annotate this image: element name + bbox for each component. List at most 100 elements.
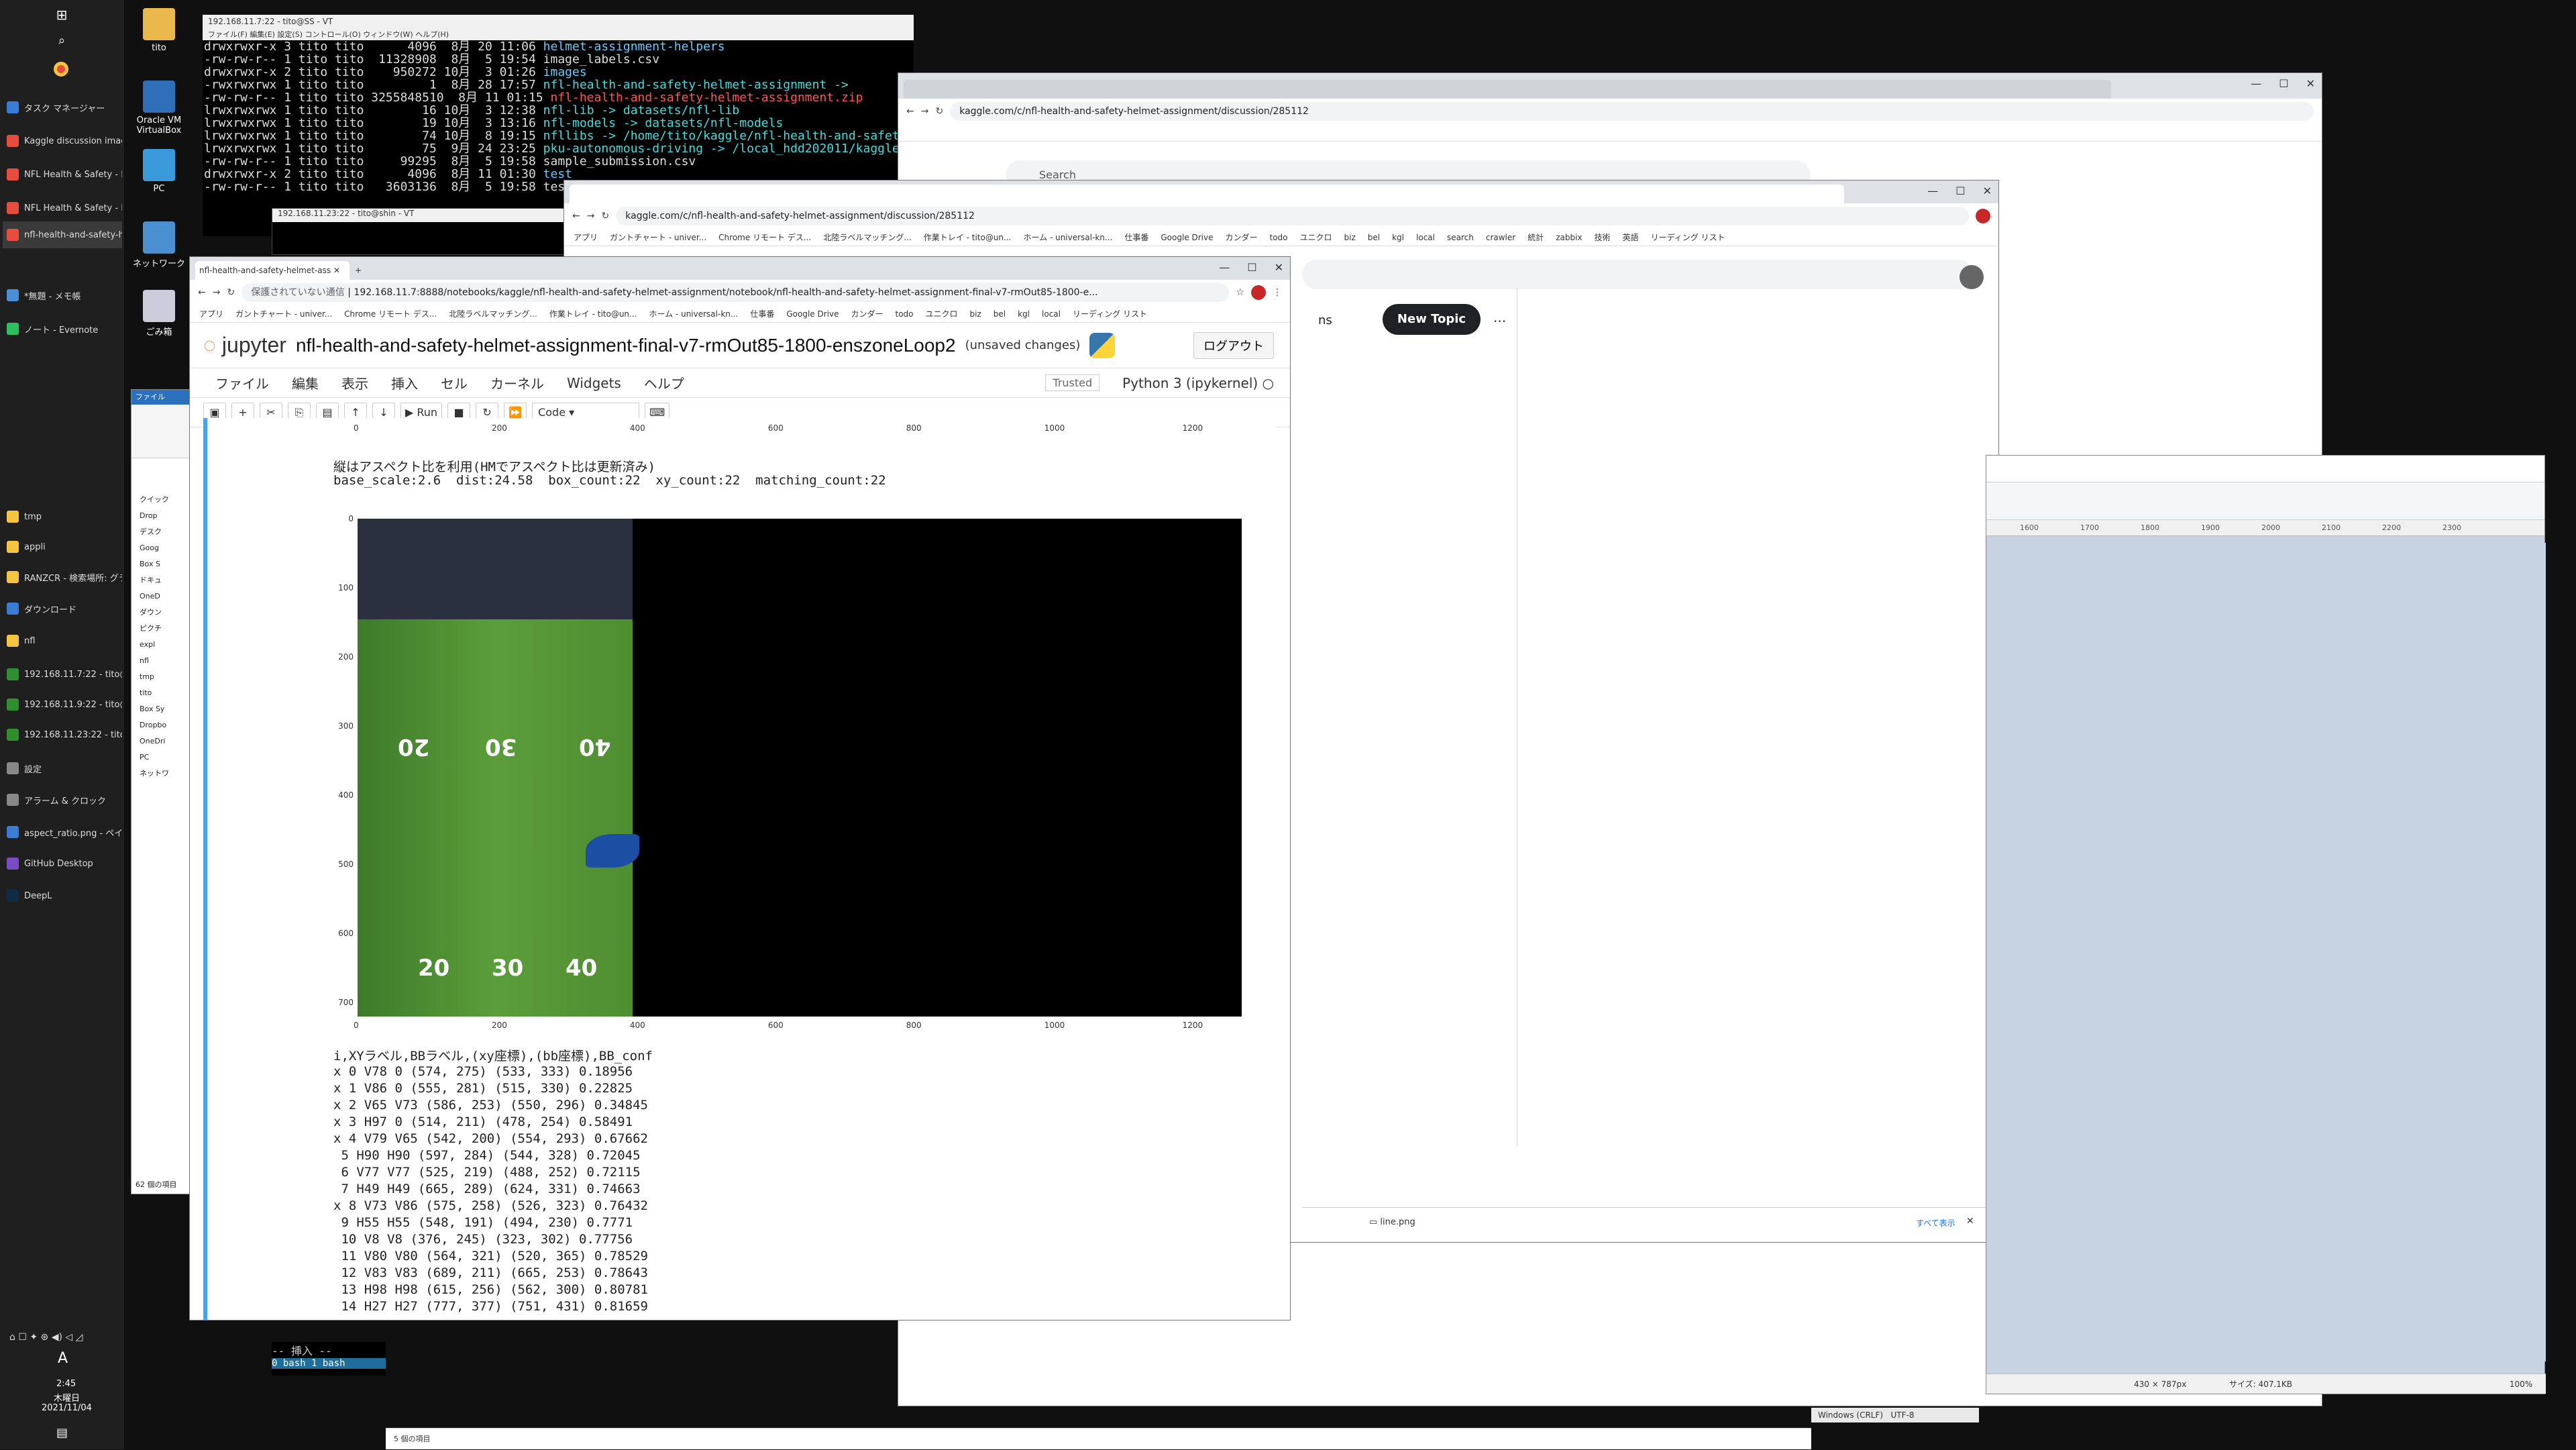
bookmark-item[interactable]: Google Drive xyxy=(786,309,839,319)
bookmark-item[interactable]: リーディング リスト xyxy=(1651,231,1725,243)
back-icon[interactable]: ← xyxy=(906,106,914,117)
menu-help[interactable]: ヘルプ xyxy=(644,373,684,393)
kaggle-front-url[interactable]: kaggle.com/c/nfl-health-and-safety-helme… xyxy=(616,207,1969,225)
desktop-icon-network[interactable]: ネットワーク xyxy=(122,221,196,269)
bookmark-item[interactable]: biz xyxy=(970,309,981,319)
bookmark-item[interactable]: ガントチャート - univer... xyxy=(235,308,332,319)
taskbar-item[interactable]: ノート - Evernote xyxy=(3,315,122,342)
taskbar-item[interactable]: 192.168.11.7:22 - tito@SS... xyxy=(3,661,122,688)
menu-kernel[interactable]: カーネル xyxy=(490,373,544,393)
ime-indicator[interactable]: A xyxy=(58,1350,68,1367)
bookmark-item[interactable]: 北陸ラベルマッチング... xyxy=(449,308,537,319)
close-downloads-icon[interactable]: ✕ xyxy=(1966,1216,1974,1227)
taskbar-item[interactable]: ダウンロード xyxy=(3,595,122,622)
paint-window[interactable]: 1600 1700 1800 1900 2000 2100 2200 2300 430 × 7… xyxy=(1986,455,2546,1394)
bookmark-item[interactable]: リーディング リスト xyxy=(1073,308,1147,319)
bookmark-item[interactable]: kgl xyxy=(1392,233,1404,242)
clock-time[interactable]: 2:45 xyxy=(56,1379,76,1389)
jupyter-browser-window[interactable]: nfl-health-and-safety-helmet-ass ✕ + — ☐ ✕… xyxy=(189,256,1291,1320)
desktop-icon-recycle-bin[interactable]: ごみ箱 xyxy=(122,290,196,338)
menu-widgets[interactable]: Widgets xyxy=(567,375,621,391)
kaggle-search-bar[interactable] xyxy=(1302,260,1973,289)
reload-icon[interactable]: ↻ xyxy=(227,287,235,298)
jupyter-logo[interactable]: ◌ jupyter xyxy=(203,333,286,358)
tab-jupyter[interactable]: nfl-health-and-safety-helmet-ass ✕ xyxy=(195,261,350,280)
bookmark-item[interactable]: 北陸ラベルマッチング... xyxy=(823,231,911,243)
bookmark-item[interactable]: kgl xyxy=(1018,309,1030,319)
paint-canvas-area[interactable] xyxy=(1986,543,2546,1361)
menu-file[interactable]: ファイル xyxy=(215,373,269,393)
minimize-icon[interactable]: — xyxy=(1927,185,1938,197)
more-options-button[interactable]: ... xyxy=(1493,309,1506,325)
terminal-menu[interactable]: ファイル(F) 編集(E) 設定(S) コントロール(O) ウィンドウ(W) ヘ… xyxy=(203,28,914,40)
close-icon[interactable]: ✕ xyxy=(2306,77,2315,90)
jupyter-url[interactable]: 保護されていない通信 | 192.168.11.7:8888/notebooks… xyxy=(241,283,1230,302)
notification-icon[interactable]: ▤ xyxy=(56,1426,68,1440)
tab-kaggle-active[interactable] xyxy=(570,185,1844,203)
back-icon[interactable]: ← xyxy=(572,211,580,221)
download-item[interactable]: ▭ line.png xyxy=(1369,1217,1415,1227)
bookmark-item[interactable]: Chrome リモート デス... xyxy=(344,308,437,319)
bookmark-item[interactable]: Chrome リモート デス... xyxy=(718,231,811,243)
taskbar-item[interactable]: tmp xyxy=(3,503,122,530)
maximize-icon[interactable]: ☐ xyxy=(1247,261,1256,274)
desktop-icon-pc[interactable]: PC xyxy=(122,149,196,194)
logout-button[interactable]: ログアウト xyxy=(1193,331,1274,359)
bookmark-item[interactable]: 技術 xyxy=(1595,231,1611,243)
bookmark-item[interactable]: bel xyxy=(1368,233,1380,242)
forward-icon[interactable]: → xyxy=(587,211,595,221)
maximize-icon[interactable]: ☐ xyxy=(2279,77,2288,90)
profile-avatar[interactable] xyxy=(1251,285,1266,300)
kernel-indicator[interactable]: Python 3 (ipykernel) ○ xyxy=(1122,375,1274,391)
bookmark-item[interactable]: 作業トレイ - tito@un... xyxy=(924,231,1012,243)
kaggle-user-avatar[interactable] xyxy=(1960,265,1984,289)
forward-icon[interactable]: → xyxy=(213,287,221,298)
taskbar-item[interactable]: アラーム & クロック xyxy=(3,786,122,813)
forward-icon[interactable]: → xyxy=(921,106,929,117)
bookmark-item[interactable]: ガントチャート - univer... xyxy=(610,231,706,243)
taskbar-item[interactable]: RANZCR - 検索場所: グラ... xyxy=(3,564,122,590)
taskbar-item[interactable]: 設定 xyxy=(3,755,122,782)
bookmark-item[interactable]: ユニクロ xyxy=(926,308,958,319)
bookmark-item[interactable]: アプリ xyxy=(574,231,598,243)
back-icon[interactable]: ← xyxy=(198,287,206,298)
chrome-pinned-icon[interactable] xyxy=(54,62,68,76)
taskbar-item[interactable]: 192.168.11.9:22 - tito@h... xyxy=(3,691,122,718)
taskbar-item[interactable]: nfl xyxy=(3,627,122,654)
bookmark-item[interactable]: crawler xyxy=(1486,233,1515,242)
notebook-title[interactable]: nfl-health-and-safety-helmet-assignment-… xyxy=(296,335,956,356)
menu-icon[interactable]: ⋮ xyxy=(1273,287,1282,298)
taskbar-item[interactable]: GitHub Desktop xyxy=(3,850,122,877)
star-icon[interactable]: ☆ xyxy=(1236,287,1244,298)
taskbar-item[interactable]: appli xyxy=(3,533,122,560)
bookmark-item[interactable]: アプリ xyxy=(199,308,223,319)
close-icon[interactable]: ✕ xyxy=(1983,185,1992,197)
desktop-icon-virtualbox[interactable]: Oracle VM VirtualBox xyxy=(122,81,196,136)
maximize-icon[interactable]: ☐ xyxy=(1955,185,1965,197)
taskbar-item[interactable]: aspect_ratio.png - ペイント xyxy=(3,819,122,845)
notebook-output-area[interactable]: 0 200 400 600 800 1000 1200 縦はアスペクト比を利用(HMでアスペ… xyxy=(203,418,1277,1320)
menu-view[interactable]: 表示 xyxy=(341,373,368,393)
bookmark-item[interactable]: ユニクロ xyxy=(1300,231,1332,243)
minimize-icon[interactable]: — xyxy=(2251,77,2261,90)
minimize-icon[interactable]: — xyxy=(1219,261,1230,274)
bookmark-item[interactable]: 英語 xyxy=(1623,231,1639,243)
reload-icon[interactable]: ↻ xyxy=(935,106,943,117)
taskbar-item[interactable]: NFL Health & Safety - H... xyxy=(3,195,122,221)
kaggle-partial-tab[interactable]: ns xyxy=(1318,313,1332,327)
tab[interactable] xyxy=(904,80,2111,99)
paint-zoom-level[interactable]: 100% xyxy=(2510,1380,2532,1389)
bookmark-item[interactable]: Google Drive xyxy=(1161,233,1213,242)
bookmark-item[interactable]: 統計 xyxy=(1527,231,1544,243)
taskbar-item[interactable]: nfl-health-and-safety-h... xyxy=(3,221,122,248)
reload-icon[interactable]: ↻ xyxy=(601,211,609,221)
bookmark-item[interactable]: biz xyxy=(1344,233,1356,242)
window-controls[interactable]: — ☐ ✕ xyxy=(1219,261,1283,274)
bookmark-item[interactable]: 仕事番 xyxy=(750,308,774,319)
show-all-downloads-button[interactable]: すべて表示 xyxy=(1916,1217,1955,1229)
bookmark-item[interactable]: zabbix xyxy=(1556,233,1582,242)
taskbar-item[interactable]: NFL Health & Safety - H... xyxy=(3,161,122,188)
taskbar-item[interactable]: タスク マネージャー xyxy=(3,94,122,121)
bookmark-item[interactable]: todo xyxy=(895,309,913,319)
menu-cell[interactable]: セル xyxy=(441,373,468,393)
